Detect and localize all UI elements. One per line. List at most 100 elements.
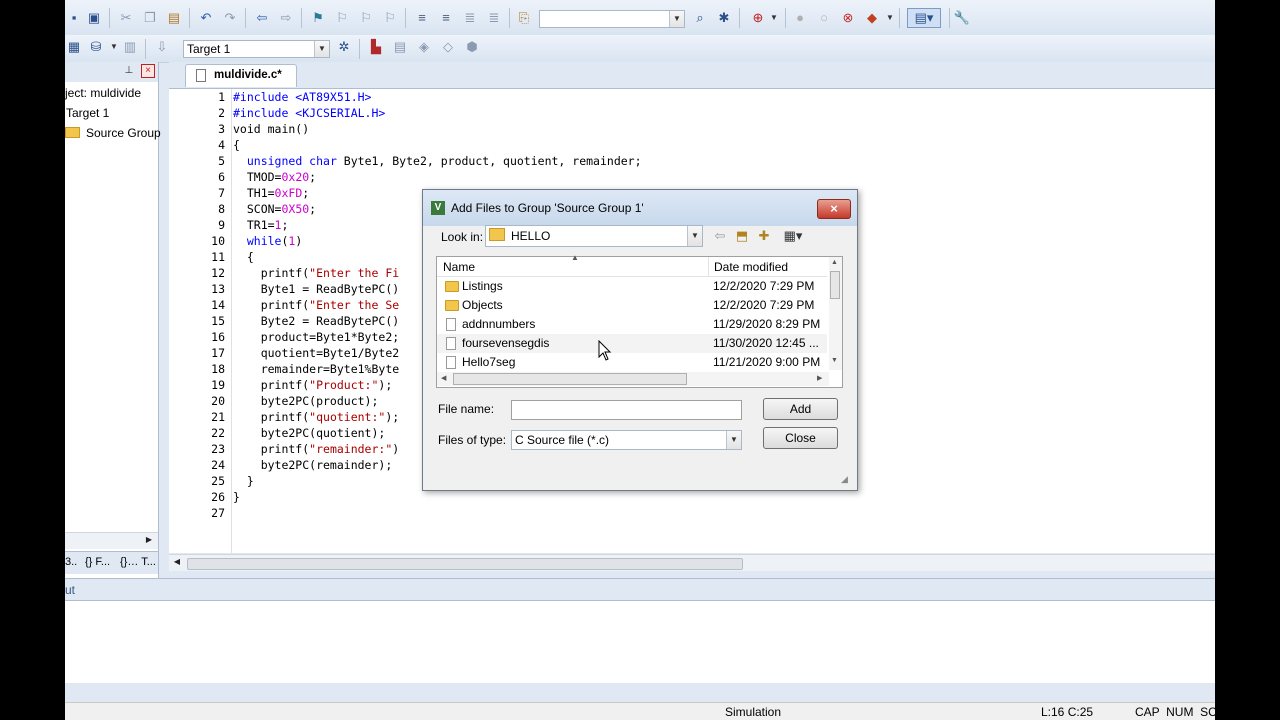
save-icon[interactable]: ▪	[65, 9, 83, 27]
project-hscroll[interactable]: ▶	[65, 532, 158, 549]
file-row[interactable]: Objects 12/2/2020 7:29 PM	[437, 296, 827, 315]
file-row[interactable]: Listings 12/2/2020 7:29 PM	[437, 277, 827, 296]
code-line[interactable]: }	[233, 489, 240, 505]
file-list-vscroll[interactable]: ▲ ▼	[829, 257, 842, 370]
code-line[interactable]: printf("Product:");	[233, 377, 393, 393]
configure-icon[interactable]: 🔧	[953, 9, 971, 27]
tab-books[interactable]: 3..	[65, 556, 77, 568]
file-list[interactable]: Name ▲ Date modified Listings 12/2/2020 …	[436, 253, 843, 388]
code-line[interactable]: #include <KJCSERIAL.H>	[233, 105, 385, 121]
pin-icon[interactable]: ⊥	[121, 63, 137, 79]
next-bookmark-icon[interactable]: ⚐	[357, 9, 375, 27]
code-line[interactable]: SCON=0X50;	[233, 201, 316, 217]
view-menu-icon[interactable]: ▦▾	[779, 227, 807, 245]
tab-templates[interactable]: {}… T...	[120, 556, 156, 568]
code-line[interactable]: }	[233, 473, 254, 489]
code-line[interactable]: TR1=1;	[233, 217, 289, 233]
target-options-icon[interactable]: ✲	[335, 38, 353, 56]
resize-grip-icon[interactable]: ◢	[841, 474, 848, 485]
bookmark-icon[interactable]: ⚑	[309, 9, 327, 27]
cut-icon[interactable]: ✂	[117, 9, 135, 27]
breakpoint-options-icon[interactable]: ◆	[863, 9, 881, 27]
file-row-hover[interactable]: foursevensegdis 11/30/2020 12:45 ...	[437, 334, 827, 353]
file-list-hscroll[interactable]: ◀ ▶	[437, 372, 829, 386]
indent-icon[interactable]: ≡	[413, 9, 431, 27]
kill-breakpoints-icon[interactable]: ⊗	[839, 9, 857, 27]
scroll-right-icon[interactable]: ▶	[141, 532, 157, 548]
code-line[interactable]: TMOD=0x20;	[233, 169, 316, 185]
code-line[interactable]: unsigned char Byte1, Byte2, product, quo…	[233, 153, 642, 169]
window-layout-icon[interactable]: ▤▾	[907, 8, 941, 28]
multi-project-icon[interactable]: ⬢	[463, 38, 481, 56]
manage-rte-icon[interactable]: ◈	[415, 38, 433, 56]
vscroll-thumb[interactable]	[830, 271, 840, 299]
comment-icon[interactable]: ≣	[461, 9, 479, 27]
code-line[interactable]: quotient=Byte1/Byte2	[233, 345, 399, 361]
close-icon[interactable]: ×	[817, 199, 851, 219]
nav-forward-icon[interactable]: ⇨	[277, 9, 295, 27]
nav-back-icon[interactable]: ⇦	[253, 9, 271, 27]
source-group-item[interactable]: Source Group	[65, 126, 161, 140]
project-root-item[interactable]: ject: muldivide	[65, 86, 141, 100]
add-button[interactable]: Add	[763, 398, 838, 420]
scroll-right-icon[interactable]: ▶	[817, 374, 822, 382]
code-line[interactable]: void main()	[233, 121, 309, 137]
select-packs-icon[interactable]: ▤	[391, 38, 409, 56]
code-line[interactable]: Byte1 = ReadBytePC()	[233, 281, 399, 297]
close-icon[interactable]: ×	[141, 64, 155, 78]
code-line[interactable]: product=Byte1*Byte2;	[233, 329, 399, 345]
chevron-down-icon[interactable]: ▼	[314, 41, 329, 57]
code-line[interactable]: while(1)	[233, 233, 302, 249]
save-all-icon[interactable]: ▣	[85, 9, 103, 27]
code-line[interactable]: printf("quotient:");	[233, 409, 400, 425]
chevron-down-icon[interactable]: ▼	[669, 11, 684, 27]
code-line[interactable]: Byte2 = ReadBytePC()	[233, 313, 399, 329]
copy-icon[interactable]: ❐	[141, 9, 159, 27]
output-area[interactable]	[65, 600, 1215, 683]
file-name-input[interactable]	[511, 400, 742, 420]
paste-icon[interactable]: ▤	[165, 9, 183, 27]
file-row[interactable]: Hello7seg 11/21/2020 9:00 PM	[437, 353, 827, 372]
unindent-icon[interactable]: ≡	[437, 9, 455, 27]
hscroll-thumb[interactable]	[453, 373, 687, 385]
undo-icon[interactable]: ↶	[197, 9, 215, 27]
editor-hscroll-thumb[interactable]	[187, 558, 743, 570]
uncomment-icon[interactable]: ≣	[485, 9, 503, 27]
target-select[interactable]: Target 1 ▼	[183, 40, 330, 58]
new-folder-icon[interactable]: ✚	[755, 227, 773, 245]
close-button[interactable]: Close	[763, 427, 838, 449]
code-line[interactable]: printf("Enter the Fi	[233, 265, 400, 281]
find-icon[interactable]: ⌕	[691, 9, 709, 27]
code-line[interactable]: {	[233, 249, 254, 265]
column-date[interactable]: Date modified	[714, 260, 788, 274]
code-line[interactable]: remainder=Byte1%Byte	[233, 361, 399, 377]
editor-hscroll[interactable]: ◀	[169, 554, 1215, 571]
chevron-down-icon[interactable]: ▼	[765, 9, 783, 27]
chevron-down-icon[interactable]: ▼	[726, 431, 741, 449]
up-folder-icon[interactable]: ⬒	[733, 227, 751, 245]
code-line[interactable]: {	[233, 137, 240, 153]
manage-project-icon[interactable]: ▙	[367, 38, 385, 56]
clear-bookmarks-icon[interactable]: ⚐	[381, 9, 399, 27]
code-line[interactable]: printf("remainder:")	[233, 441, 400, 457]
redo-icon[interactable]: ↷	[221, 9, 239, 27]
scroll-up-icon[interactable]: ▲	[831, 259, 838, 266]
tab-muldivide[interactable]: muldivide.c*	[185, 64, 297, 87]
find-in-files-icon[interactable]: ⎘	[515, 9, 533, 27]
target-item[interactable]: Target 1	[66, 106, 109, 120]
file-type-select[interactable]: C Source file (*.c) ▼	[511, 430, 742, 450]
scroll-left-icon[interactable]: ◀	[169, 554, 185, 570]
breakpoint-icon[interactable]: ●	[791, 9, 809, 27]
tab-functions[interactable]: {} F...	[85, 556, 110, 568]
build-icon[interactable]: ⛁	[87, 38, 105, 56]
rebuild-icon[interactable]: ▥	[121, 38, 139, 56]
chevron-down-icon[interactable]: ▼	[687, 226, 702, 246]
find-combo[interactable]: ▼	[539, 10, 685, 28]
code-line[interactable]: printf("Enter the Se	[233, 297, 400, 313]
file-row[interactable]: addnnumbers 11/29/2020 8:29 PM	[437, 315, 827, 334]
download-icon[interactable]: ⇩	[153, 38, 171, 56]
code-line[interactable]: TH1=0xFD;	[233, 185, 309, 201]
disable-breakpoint-icon[interactable]: ○	[815, 9, 833, 27]
chevron-down-icon[interactable]: ▼	[881, 9, 899, 27]
code-line[interactable]: byte2PC(quotient);	[233, 425, 386, 441]
